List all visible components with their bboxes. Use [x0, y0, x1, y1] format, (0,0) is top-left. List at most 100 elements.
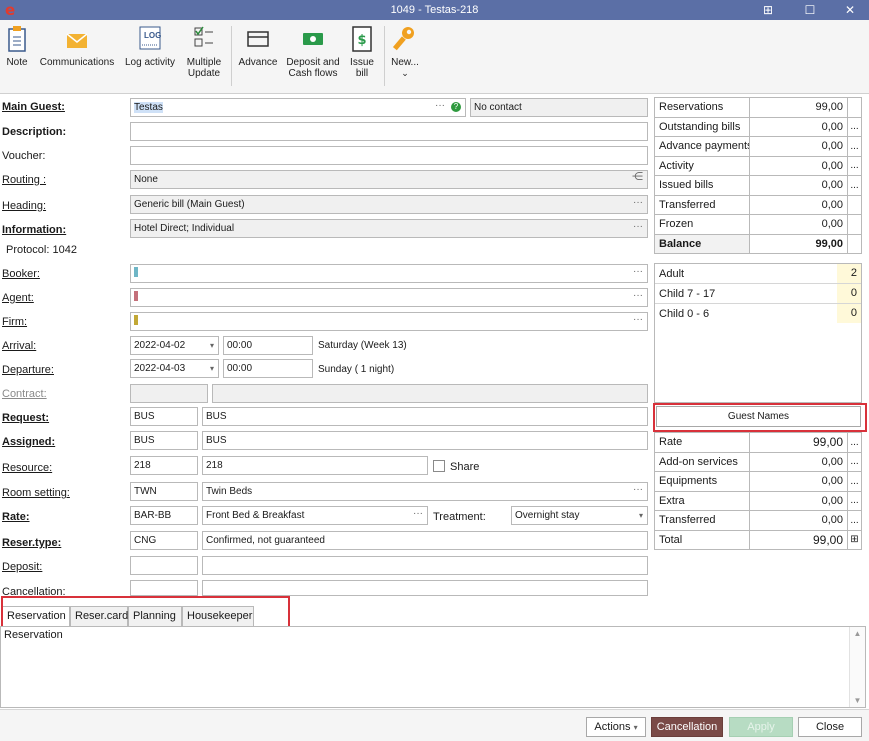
routing-field[interactable]: None ⋲	[130, 170, 648, 189]
maximize-button[interactable]: ☐	[802, 2, 818, 18]
apply-button[interactable]: Apply	[729, 717, 793, 737]
more-icon[interactable]: ···	[633, 483, 643, 496]
request-code-input[interactable]: BUS	[130, 407, 198, 426]
summary-label: Advance payments	[654, 136, 750, 157]
more-icon[interactable]: ···	[633, 220, 643, 233]
deposit-cash-flows-button[interactable]: Deposit and Cash flows	[282, 24, 344, 79]
request-name-input[interactable]: BUS	[202, 407, 648, 426]
table-row: Rate 99,00...	[654, 432, 862, 453]
room-setting-code-input[interactable]: TWN	[130, 482, 198, 501]
deposit-label-1: Deposit and	[286, 57, 340, 68]
log-activity-button[interactable]: LOG Log activity	[122, 24, 178, 68]
title-bar: e 1049 - Testas-218 ⊞ ☐ ✕	[0, 0, 869, 20]
more-button[interactable]: ...	[847, 116, 862, 137]
summary-label: Activity	[654, 155, 750, 176]
guest-count-input[interactable]: 0	[837, 304, 861, 323]
new-menu-button[interactable]: New... ⌄	[388, 24, 422, 79]
cancellation-label: Cancellation:	[2, 586, 66, 598]
chevron-down-icon[interactable]: ▾	[210, 362, 214, 375]
close-window-button[interactable]: ✕	[842, 2, 858, 18]
guest-row-adult: Adult 2	[655, 264, 861, 284]
more-icon[interactable]: ···	[435, 99, 445, 112]
main-guest-input[interactable]: Testas ··· ?	[130, 98, 466, 117]
tab-housekeeper[interactable]: Housekeeper	[182, 606, 254, 626]
assigned-code-input[interactable]: BUS	[130, 431, 198, 450]
more-icon[interactable]: ···	[633, 313, 643, 326]
issue-bill-button[interactable]: $ Issue bill	[346, 24, 378, 79]
more-button[interactable]: ...	[847, 471, 862, 492]
guest-count-input[interactable]: 2	[837, 264, 861, 283]
cancellation-code-input[interactable]	[130, 580, 198, 596]
deposit-name-input[interactable]	[202, 556, 648, 575]
reser-type-name-input[interactable]: Confirmed, not guaranteed	[202, 531, 648, 550]
more-button[interactable]: ...	[847, 136, 862, 157]
actions-menu-button[interactable]: Actions ▾	[586, 717, 646, 737]
cancellation-name-input[interactable]	[202, 580, 648, 596]
help-icon[interactable]: ?	[451, 102, 461, 112]
contract-name-input[interactable]	[212, 384, 648, 403]
more-button[interactable]: ...	[847, 155, 862, 176]
arrival-time-input[interactable]: 00:00	[223, 336, 313, 355]
multiple-update-button[interactable]: Multiple Update	[182, 24, 226, 79]
advance-button[interactable]: Advance	[236, 24, 280, 68]
voucher-input[interactable]	[130, 146, 648, 165]
departure-label: Departure:	[2, 364, 54, 376]
snap-layout-icon[interactable]: ⊞	[760, 2, 776, 18]
routing-tree-icon[interactable]: ⋲	[632, 171, 643, 184]
note-button[interactable]: Note	[4, 24, 30, 68]
information-value: Hotel Direct; Individual	[134, 223, 235, 234]
summary-more	[847, 97, 862, 118]
departure-time-input[interactable]: 00:00	[223, 359, 313, 378]
notes-scrollbar[interactable]: ▲ ▼	[849, 627, 865, 707]
reservation-notes-textarea[interactable]: Reservation ▲ ▼	[0, 626, 866, 708]
scroll-down-icon[interactable]: ▼	[850, 696, 865, 705]
rate-code-input[interactable]: BAR-BB	[130, 506, 198, 525]
close-button[interactable]: Close	[798, 717, 862, 737]
more-icon[interactable]: ···	[633, 289, 643, 302]
chevron-down-icon[interactable]: ▾	[210, 339, 214, 352]
share-checkbox[interactable]	[433, 460, 445, 472]
resource-name-input[interactable]: 218	[202, 456, 428, 475]
more-button[interactable]: ...	[847, 490, 862, 511]
description-input[interactable]	[130, 122, 648, 141]
information-field[interactable]: Hotel Direct; Individual ···	[130, 219, 648, 238]
treatment-select[interactable]: Overnight stay ▾	[511, 506, 648, 525]
more-button[interactable]: ...	[847, 175, 862, 196]
deposit-label-2: Cash flows	[288, 68, 338, 79]
assigned-name-input[interactable]: BUS	[202, 431, 648, 450]
communications-button[interactable]: Communications	[36, 24, 118, 68]
multiple-update-label-2: Update	[187, 68, 221, 79]
arrival-label: Arrival:	[2, 340, 37, 352]
guest-count-input[interactable]: 0	[837, 284, 861, 303]
deposit-code-input[interactable]	[130, 556, 198, 575]
heading-field[interactable]: Generic bill (Main Guest) ···	[130, 195, 648, 214]
resource-code-input[interactable]: 218	[130, 456, 198, 475]
firm-input[interactable]: ···	[130, 312, 648, 331]
rate-name-field[interactable]: Front Bed & Breakfast ···	[202, 506, 428, 525]
arrival-date-picker[interactable]: 2022-04-02 ▾	[130, 336, 219, 355]
table-row: Extra 0,00...	[654, 490, 862, 511]
summary-value: 0,00	[749, 214, 848, 235]
more-button[interactable]: ...	[847, 451, 862, 472]
cancellation-button[interactable]: Cancellation	[651, 717, 723, 737]
departure-date-picker[interactable]: 2022-04-03 ▾	[130, 359, 219, 378]
more-icon[interactable]: ···	[413, 507, 423, 520]
guest-names-button[interactable]: Guest Names	[656, 406, 861, 427]
tab-reser-card[interactable]: Reser.card	[70, 606, 128, 626]
contract-code-input[interactable]	[130, 384, 208, 403]
more-button[interactable]: ...	[847, 510, 862, 531]
tab-planning[interactable]: Planning	[128, 606, 182, 626]
scroll-up-icon[interactable]: ▲	[850, 629, 865, 638]
agent-input[interactable]: ···	[130, 288, 648, 307]
expand-icon[interactable]: ⊞	[847, 529, 862, 550]
room-setting-name-field[interactable]: Twin Beds ···	[202, 482, 648, 501]
more-button[interactable]: ...	[847, 432, 862, 453]
chevron-down-icon[interactable]: ▾	[639, 509, 643, 522]
charge-label: Add-on services	[654, 451, 750, 472]
tab-reservation[interactable]: Reservation	[2, 606, 70, 626]
booker-input[interactable]: ···	[130, 264, 648, 283]
more-icon[interactable]: ···	[633, 265, 643, 278]
arrival-day-info: Saturday (Week 13)	[318, 340, 407, 351]
more-icon[interactable]: ···	[633, 196, 643, 209]
reser-type-code-input[interactable]: CNG	[130, 531, 198, 550]
